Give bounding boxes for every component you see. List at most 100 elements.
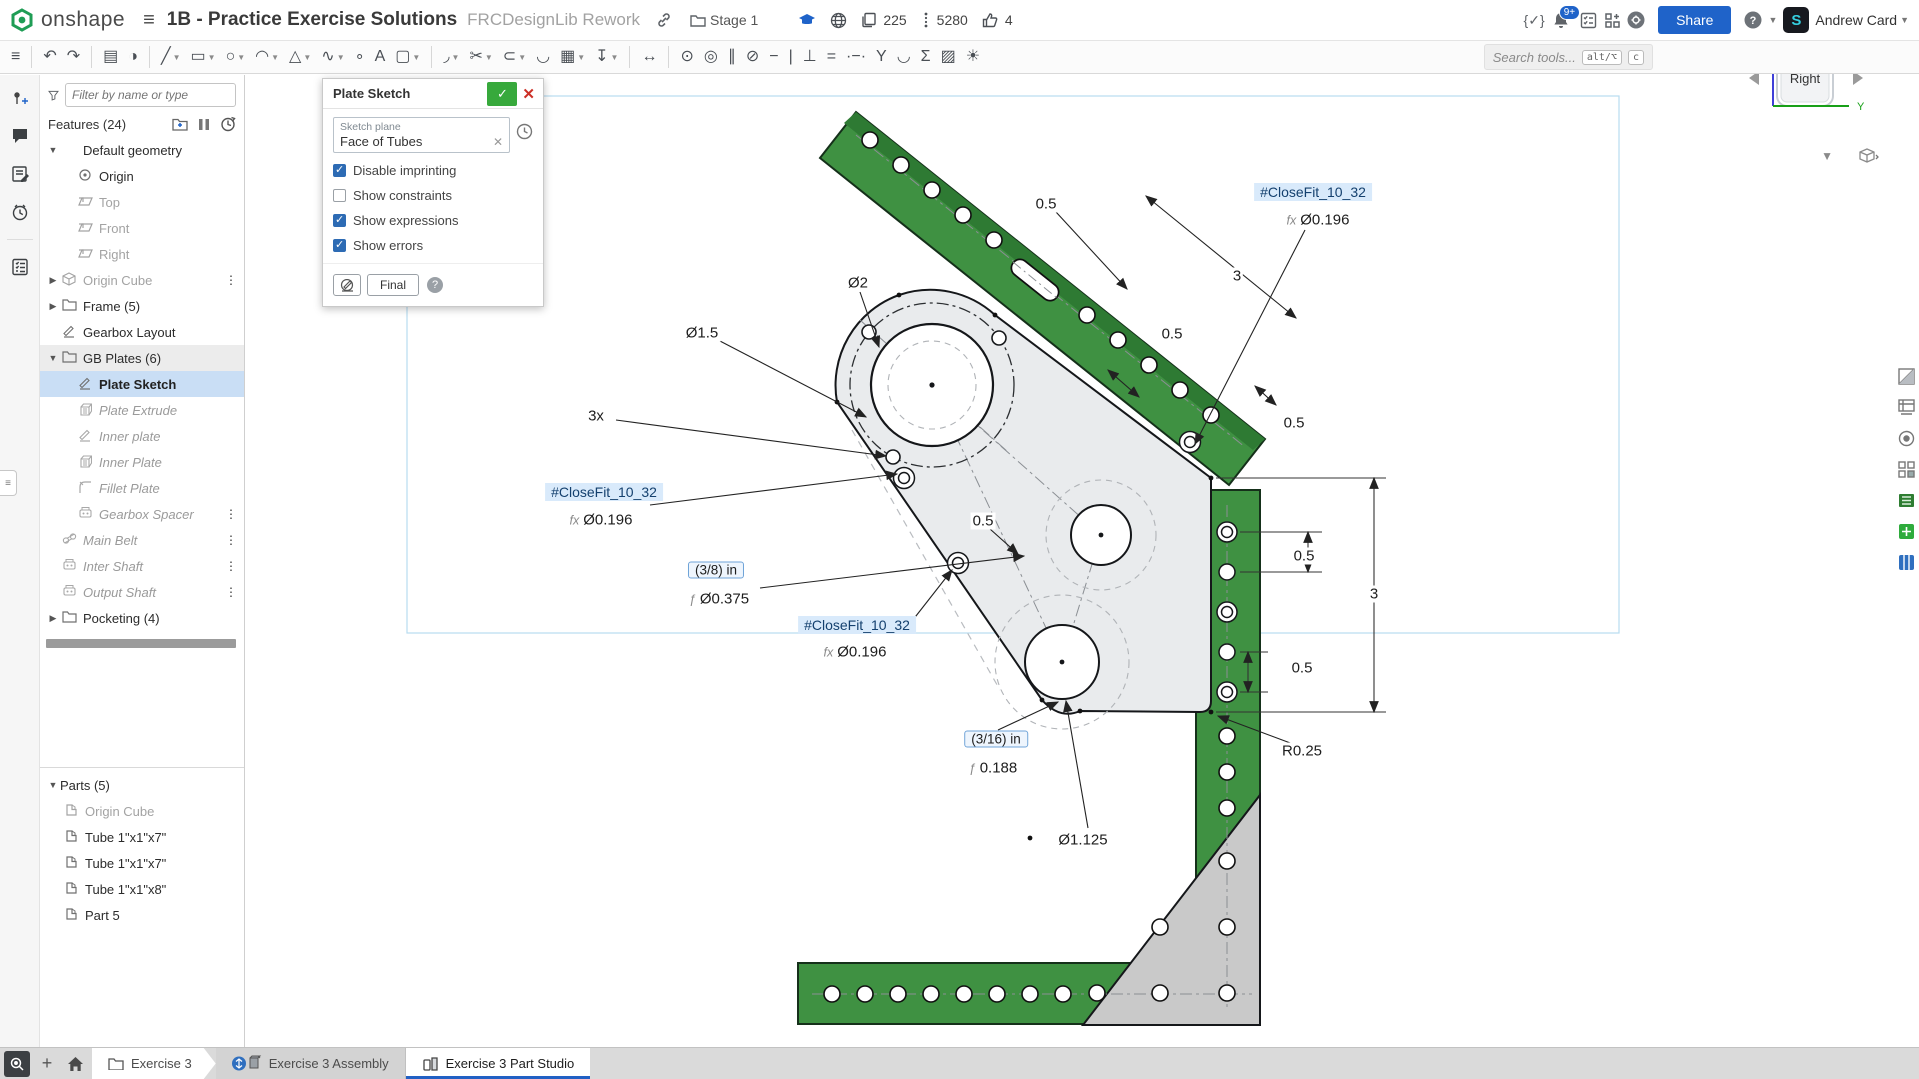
toolbar-divider xyxy=(431,46,432,68)
link-icon[interactable] xyxy=(652,8,676,32)
checkbox-checked-icon[interactable] xyxy=(333,164,346,177)
dropdown-caret-icon[interactable]: ▼ xyxy=(412,53,420,62)
clear-selection-icon[interactable]: ✕ xyxy=(493,135,503,149)
breadcrumb[interactable]: Stage 1 xyxy=(690,12,758,28)
checkbox-unchecked-icon[interactable] xyxy=(333,189,346,202)
toolbar-divider xyxy=(91,46,92,68)
checkbox-checked-icon[interactable] xyxy=(333,239,346,252)
dropdown-caret-icon[interactable]: ▼ xyxy=(611,53,619,62)
constraint-tangent-icon[interactable]: ⊘ xyxy=(742,43,763,71)
redo-icon[interactable]: ↷ xyxy=(63,43,84,71)
onshape-logo-icon xyxy=(10,8,34,32)
undo-icon[interactable]: ↶ xyxy=(39,43,60,71)
sketch-plane-field[interactable]: Sketch plane Face of Tubes ✕ xyxy=(333,117,510,153)
dropdown-caret-icon[interactable]: ▼ xyxy=(518,53,526,62)
dropdown-caret-icon[interactable]: ▼ xyxy=(577,53,585,62)
sketch-mode-button[interactable] xyxy=(333,274,361,296)
constraint-fix-icon[interactable]: ☀ xyxy=(962,43,984,71)
sketch-fillet-icon[interactable]: ◞▼ xyxy=(439,43,463,71)
dropdown-caret-icon[interactable]: ▼ xyxy=(303,53,311,62)
section-view-icon[interactable] xyxy=(1895,365,1917,387)
apps-icon[interactable] xyxy=(1600,8,1624,32)
constraint-coincident-icon[interactable]: ⊙ xyxy=(676,43,697,71)
notifications-button[interactable]: 9+ xyxy=(1552,11,1570,30)
toggle-feature-list-icon[interactable]: ≡ xyxy=(7,43,24,71)
constraint-expression-icon[interactable]: Σ xyxy=(917,43,935,71)
history-clock-icon[interactable] xyxy=(516,123,533,140)
isolate-icon[interactable] xyxy=(1895,427,1917,449)
sketch-line-icon[interactable]: ╱▼ xyxy=(157,43,185,71)
appearance-panel-icon[interactable] xyxy=(1895,458,1917,480)
constraint-curvature-icon[interactable]: ◡ xyxy=(893,43,915,71)
sketch-spline-icon[interactable]: ∿▼ xyxy=(317,43,348,71)
share-button[interactable]: Share xyxy=(1658,6,1731,34)
spool-counter[interactable]: 5280 xyxy=(921,11,968,29)
copies-counter[interactable]: 225 xyxy=(861,12,906,28)
sketch-slot-icon[interactable]: ▢▼ xyxy=(391,43,424,71)
avatar[interactable]: S xyxy=(1783,7,1809,33)
tab-exercise-3[interactable]: Exercise 3 xyxy=(92,1048,216,1079)
checkbox-show-constraints[interactable]: Show constraints xyxy=(333,188,533,203)
dropdown-caret-icon[interactable]: ▼ xyxy=(485,53,493,62)
dropdown-caret-icon[interactable]: ▼ xyxy=(173,53,181,62)
toolbar-divider xyxy=(149,46,150,68)
view-collapse-icon[interactable]: ▼ xyxy=(1821,149,1833,163)
checkbox-disable-imprinting[interactable]: Disable imprinting xyxy=(333,163,533,178)
panel-collapse-handle[interactable]: ≡ xyxy=(0,470,17,496)
search-tools[interactable]: Search tools... alt/⌥ c xyxy=(1484,44,1653,70)
export-dxf-icon[interactable]: ↧▼ xyxy=(591,43,622,71)
sketch-arc-icon[interactable]: ◠▼ xyxy=(251,43,283,71)
offset-icon[interactable]: ⊂▼ xyxy=(499,43,530,71)
help-caret-icon: ▼ xyxy=(1768,15,1777,25)
constraint-midpoint-icon[interactable]: ·−· xyxy=(842,43,870,71)
sketch-polygon-icon[interactable]: △▼ xyxy=(285,43,315,71)
constraint-perpendicular-icon[interactable]: ⊥ xyxy=(799,43,821,71)
home-button[interactable] xyxy=(60,1048,90,1079)
tab-exercise-3-assembly[interactable]: Exercise 3 Assembly xyxy=(216,1048,406,1079)
frames-panel-icon[interactable] xyxy=(1895,520,1917,542)
dropdown-caret-icon[interactable]: ▼ xyxy=(271,53,279,62)
constraint-concentric-icon[interactable]: ◎ xyxy=(700,43,722,71)
transform-icon[interactable]: ↔ xyxy=(637,43,661,71)
named-views-icon[interactable] xyxy=(1895,396,1917,418)
constraint-parallel-icon[interactable]: ∥ xyxy=(724,43,740,71)
view-mode-icon[interactable] xyxy=(1859,148,1879,164)
copy-feature-icon[interactable]: ▤ xyxy=(99,43,122,71)
sketch-point-icon[interactable]: ∘ xyxy=(351,43,369,71)
dialog-help-icon[interactable]: ? xyxy=(427,277,443,293)
tab-exercise-3-part-studio[interactable]: Exercise 3 Part Studio xyxy=(406,1048,591,1079)
onshape-logo[interactable]: onshape xyxy=(10,8,125,32)
cancel-icon[interactable]: ✕ xyxy=(522,85,535,103)
help-button[interactable]: ? xyxy=(1741,8,1765,32)
dropdown-caret-icon[interactable]: ▼ xyxy=(452,53,460,62)
constraint-hatch-icon[interactable]: ▨ xyxy=(937,43,960,71)
dropdown-caret-icon[interactable]: ▼ xyxy=(208,53,216,62)
checkbox-checked-icon[interactable] xyxy=(333,214,346,227)
pattern-icon[interactable]: ▦▼ xyxy=(556,43,589,71)
versions-icon[interactable]: {✓} xyxy=(1522,8,1546,32)
add-tab-button[interactable]: + xyxy=(34,1048,60,1079)
learning-icon[interactable] xyxy=(1624,8,1648,32)
likes-counter[interactable]: 4 xyxy=(982,12,1013,29)
edit-appearance-icon[interactable]: ◑ xyxy=(124,43,142,71)
trim-icon[interactable]: ✂▼ xyxy=(465,43,496,71)
sketch-rectangle-icon[interactable]: ▭▼ xyxy=(187,43,220,71)
constraint-normal-icon[interactable]: Y xyxy=(872,43,891,71)
final-button[interactable]: Final xyxy=(367,274,419,296)
checkbox-show-errors[interactable]: Show errors xyxy=(333,238,533,253)
dropdown-caret-icon[interactable]: ▼ xyxy=(337,53,345,62)
confirm-button[interactable]: ✓ xyxy=(487,82,517,106)
checkbox-show-expressions[interactable]: Show expressions xyxy=(333,213,533,228)
bom-panel-icon[interactable] xyxy=(1895,551,1917,573)
search-tabs-button[interactable] xyxy=(4,1051,30,1077)
sheet-metal-icon[interactable] xyxy=(1895,489,1917,511)
sketch-circle-icon[interactable]: ○▼ xyxy=(222,43,250,71)
dropdown-caret-icon[interactable]: ▼ xyxy=(237,53,245,62)
constraint-equal-icon[interactable]: = xyxy=(823,43,840,71)
constraint-horizontal-icon[interactable]: − xyxy=(765,43,782,71)
menu-icon[interactable]: ≡ xyxy=(143,9,155,32)
folder-icon xyxy=(690,13,706,27)
constraint-vertical-icon[interactable]: | xyxy=(785,43,797,71)
use-project-icon[interactable]: ◡ xyxy=(532,43,554,71)
sketch-text-icon[interactable]: A xyxy=(371,43,390,71)
